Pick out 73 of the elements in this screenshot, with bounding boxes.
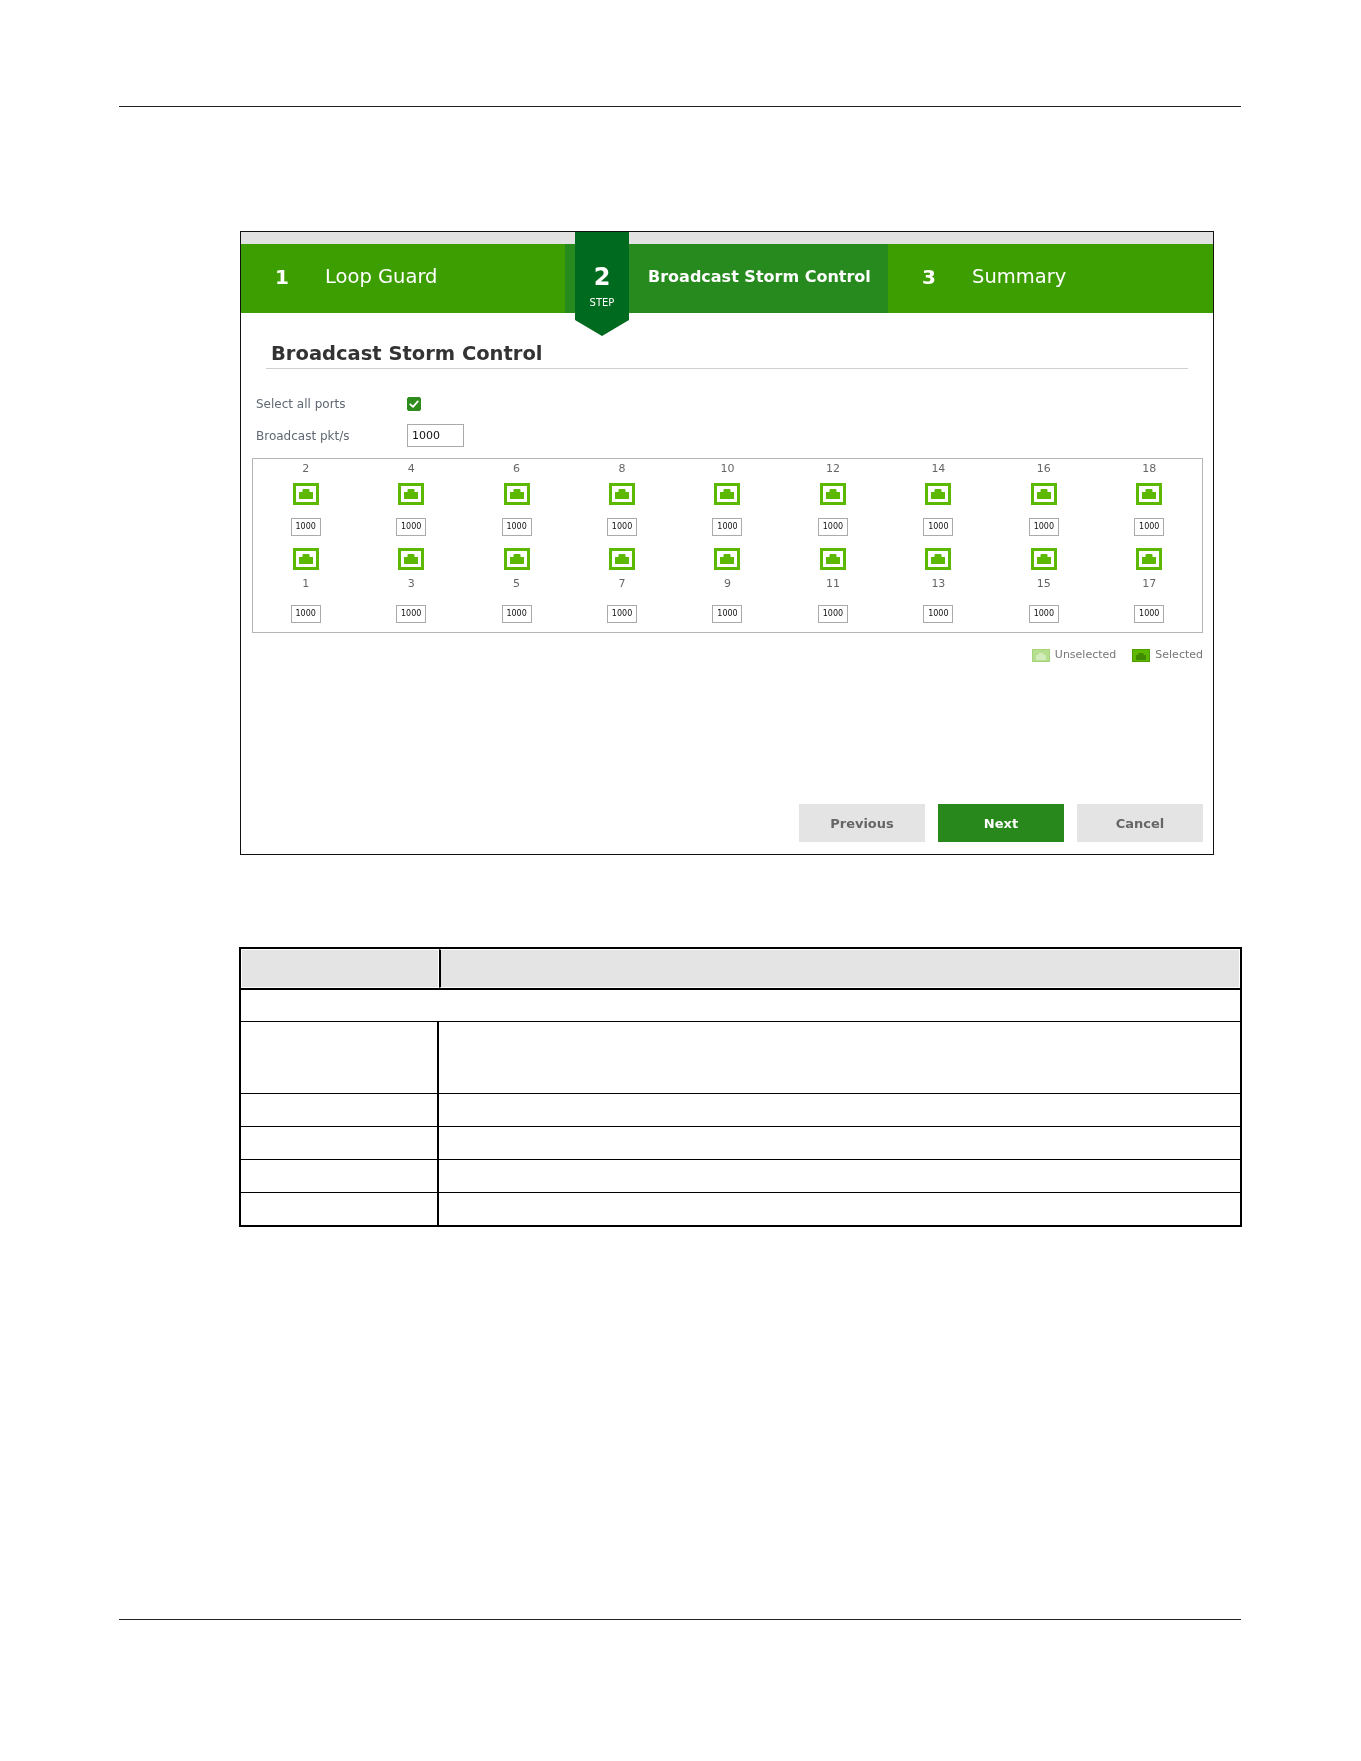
ethernet-port-icon[interactable] (292, 483, 319, 505)
ethernet-port-icon[interactable] (1136, 483, 1163, 505)
ethernet-port-icon[interactable] (1030, 483, 1057, 505)
port-number: 18 (1142, 462, 1157, 476)
step-number: 2 (593, 263, 611, 291)
ethernet-port-icon[interactable] (714, 483, 741, 505)
port-number: 7 (618, 577, 626, 591)
input-field[interactable]: 1000 (396, 518, 427, 536)
ethernet-port-icon[interactable] (819, 548, 846, 570)
port-number: 5 (513, 577, 521, 591)
field-label: Broadcast pkt/s (256, 428, 351, 443)
ethernet-port-icon[interactable] (503, 548, 530, 570)
legend-label: Unselected (1054, 648, 1117, 662)
previous-button[interactable]: Previous (799, 804, 925, 842)
port-number: 17 (1142, 577, 1157, 591)
input-field[interactable]: 1000 (501, 605, 532, 623)
step-number: 3 (922, 264, 937, 289)
port-number: 10 (720, 462, 735, 476)
cancel-button[interactable]: Cancel (1077, 804, 1203, 842)
checkbox[interactable] (407, 397, 421, 411)
input-field[interactable]: 1000 (923, 518, 954, 536)
ethernet-port-icon[interactable] (1030, 548, 1057, 570)
input-field[interactable]: 1000 (923, 605, 954, 623)
ethernet-port-icon[interactable] (398, 548, 425, 570)
input-field[interactable]: 1000 (1134, 605, 1165, 623)
ethernet-port-icon[interactable] (1136, 548, 1163, 570)
port-number: 6 (513, 462, 521, 476)
port-legend-icon (1031, 648, 1050, 662)
panel-title: Broadcast Storm Control (270, 343, 543, 365)
ethernet-port-icon[interactable] (609, 548, 636, 570)
port-number: 16 (1036, 462, 1051, 476)
port-number: 12 (825, 462, 840, 476)
input-field[interactable]: 1000 (817, 518, 848, 536)
input-field[interactable]: 1000 (290, 605, 321, 623)
input-field[interactable]: 1000 (1028, 518, 1059, 536)
input-field[interactable]: 1000 (501, 518, 532, 536)
ethernet-port-icon[interactable] (503, 483, 530, 505)
ethernet-port-icon[interactable] (925, 483, 952, 505)
port-number: 8 (618, 462, 626, 476)
port-legend-icon (1132, 648, 1151, 662)
ethernet-port-icon[interactable] (292, 548, 319, 570)
input-field[interactable]: 1000 (712, 518, 743, 536)
input-field[interactable]: 1000 (1028, 605, 1059, 623)
next-button[interactable]: Next (938, 804, 1064, 842)
port-number: 4 (407, 462, 415, 476)
port-number: 1 (302, 577, 310, 591)
field-label: Select all ports (256, 397, 347, 411)
input-field[interactable]: 1000 (607, 605, 638, 623)
legend-label: Selected (1155, 648, 1203, 662)
ethernet-port-icon[interactable] (819, 483, 846, 505)
ethernet-port-icon[interactable] (714, 548, 741, 570)
input-field[interactable]: 1000 (712, 605, 743, 623)
port-number: 9 (724, 577, 731, 591)
step-number: 1 (275, 264, 290, 289)
input-field[interactable]: 1000 (817, 605, 848, 623)
port-number: 3 (407, 577, 415, 591)
ethernet-port-icon[interactable] (925, 548, 952, 570)
step-label: Broadcast Storm Control (648, 265, 871, 288)
port-number: 11 (825, 577, 840, 591)
port-number: 13 (931, 577, 946, 591)
port-number: 15 (1036, 577, 1051, 591)
step-label: Summary (972, 264, 1067, 289)
port-number: 14 (931, 462, 946, 476)
step-label: Loop Guard (325, 264, 438, 289)
input-field[interactable]: 1000 (407, 424, 464, 447)
step-caption: STEP (589, 297, 615, 309)
port-number: 2 (302, 462, 310, 476)
input-field[interactable]: 1000 (290, 518, 321, 536)
input-field[interactable]: 1000 (607, 518, 638, 536)
input-field[interactable]: 1000 (396, 605, 427, 623)
ethernet-port-icon[interactable] (398, 483, 425, 505)
input-field[interactable]: 1000 (1134, 518, 1165, 536)
ethernet-port-icon[interactable] (609, 483, 636, 505)
